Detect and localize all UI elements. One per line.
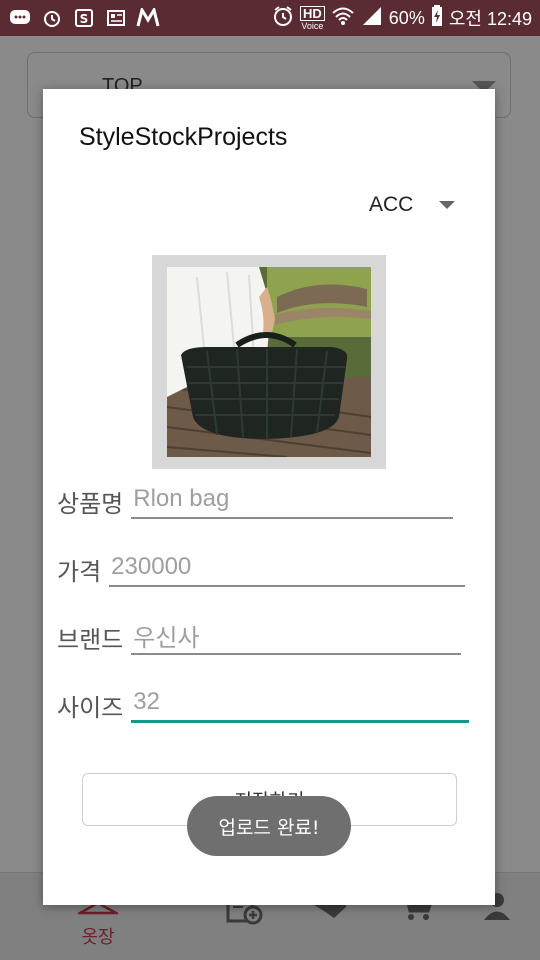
shopping-icon: S bbox=[72, 7, 96, 29]
add-item-dialog: StyleStockProjects ACC 상품명 Rlon bag 가격 2… bbox=[43, 89, 495, 905]
size-field[interactable] bbox=[131, 685, 470, 723]
item-photo-frame[interactable] bbox=[152, 255, 386, 469]
size-label: 사이즈 bbox=[57, 694, 124, 722]
price-label: 가격 bbox=[57, 558, 102, 586]
price-row: 가격 bbox=[57, 549, 466, 587]
m-app-icon bbox=[136, 7, 160, 29]
hd-voice-icon: HD Voice bbox=[300, 5, 325, 31]
category-dropdown[interactable]: ACC bbox=[369, 193, 456, 217]
chat-icon bbox=[8, 7, 32, 29]
size-row: 사이즈 bbox=[57, 685, 470, 723]
dialog-title: StyleStockProjects bbox=[79, 123, 288, 151]
clock: 오전 12:49 bbox=[448, 9, 532, 29]
name-label: 상품명 bbox=[57, 490, 124, 518]
battery-percent: 60% bbox=[388, 7, 425, 28]
brand-row: 브랜드 bbox=[57, 617, 462, 655]
alarm-icon bbox=[40, 7, 64, 29]
name-input[interactable] bbox=[133, 485, 452, 513]
nav-label-closet: 옷장 bbox=[81, 927, 115, 948]
item-photo bbox=[167, 267, 371, 457]
brand-label: 브랜드 bbox=[57, 626, 124, 654]
alarm-clock-icon bbox=[272, 5, 294, 32]
system-indicators: HD Voice 60% 오전 12:49 bbox=[272, 4, 532, 32]
signal-icon bbox=[361, 6, 383, 31]
news-icon bbox=[104, 7, 128, 29]
name-field[interactable] bbox=[131, 481, 454, 519]
price-input[interactable] bbox=[111, 553, 464, 581]
brand-field[interactable] bbox=[131, 617, 462, 655]
name-row: 상품명 bbox=[57, 481, 454, 519]
dropdown-arrow-icon bbox=[439, 201, 456, 209]
status-bar: S HD Voice 60% 오전 12:49 bbox=[0, 0, 540, 36]
svg-text:S: S bbox=[80, 12, 89, 26]
upload-complete-toast: 업로드 완료! bbox=[187, 796, 351, 856]
wifi-icon bbox=[331, 6, 355, 31]
size-input[interactable] bbox=[133, 688, 468, 716]
notification-icons: S bbox=[8, 7, 160, 29]
price-field[interactable] bbox=[109, 549, 466, 587]
brand-input[interactable] bbox=[133, 621, 460, 649]
category-value: ACC bbox=[369, 193, 414, 216]
battery-icon bbox=[431, 4, 443, 32]
